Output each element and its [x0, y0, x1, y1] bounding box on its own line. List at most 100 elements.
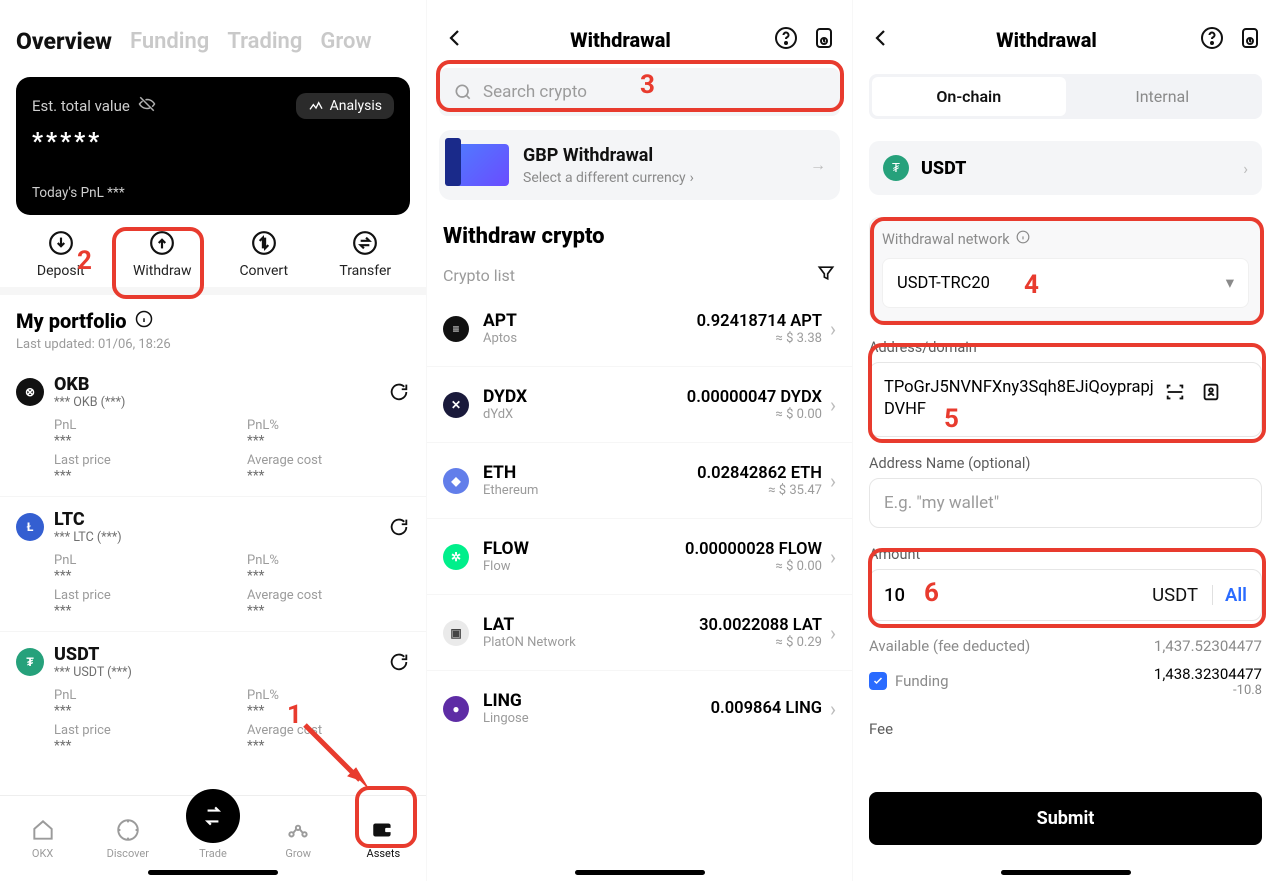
home-indicator [148, 870, 278, 875]
asset-row[interactable]: ₮ USDT *** USDT (***) PnL*** PnL%*** Las… [0, 631, 426, 766]
section-divider [0, 287, 426, 295]
pnl-value: *** [54, 433, 217, 449]
arrow-right-icon: → [810, 155, 826, 175]
network-select[interactable]: USDT-TRC20 ▾ [882, 258, 1249, 308]
avgcost-value: *** [247, 603, 410, 619]
amount-all-button[interactable]: All [1225, 584, 1247, 606]
asset-icon: ⊗ [16, 378, 44, 406]
withdrawal-form-header: Withdrawal [853, 0, 1278, 60]
amount-value: 10 [884, 584, 1152, 606]
asset-title: USDT *** USDT (***) [54, 644, 132, 680]
crypto-row[interactable]: ◆ ETH Ethereum 0.02842862 ETH ≈ $ 35.47 … [427, 442, 852, 518]
coin-amount: 0.02842862 ETH [697, 464, 822, 483]
coin-icon: ✲ [443, 544, 469, 570]
transfer-button[interactable]: Transfer [317, 229, 413, 279]
coin-symbol: DYDX [483, 387, 527, 407]
asset-row[interactable]: ⊗ OKB *** OKB (***) PnL*** PnL%*** Last … [0, 362, 426, 496]
refresh-icon[interactable] [388, 381, 410, 403]
asset-list[interactable]: ⊗ OKB *** OKB (***) PnL*** PnL%*** Last … [0, 362, 426, 766]
amount-unit: USDT [1152, 584, 1198, 606]
coin-name: Aptos [483, 331, 517, 346]
checkbox-icon[interactable] [869, 672, 887, 690]
tab-assets[interactable]: Assets [343, 817, 423, 860]
tab-trading[interactable]: Trading [227, 29, 302, 54]
tab-grow2-label: Grow [285, 847, 311, 860]
analysis-button[interactable]: Analysis [296, 93, 394, 119]
deposit-button[interactable]: Deposit [13, 229, 109, 279]
history-icon[interactable] [812, 26, 836, 54]
avgcost-label: Average cost [247, 588, 410, 603]
asset-symbol: OKB [54, 374, 125, 395]
chevron-right-icon: › [830, 697, 836, 721]
crypto-row[interactable]: ▣ LAT PlatON Network 30.0022088 LAT ≈ $ … [427, 594, 852, 670]
screen-withdrawal-list: Withdrawal Search crypto GBP Withdrawal … [426, 0, 852, 881]
amount-label: Amount [869, 546, 1262, 563]
token-selector[interactable]: ₮ USDT › [869, 141, 1262, 195]
coin-amount: 0.00000028 FLOW [685, 540, 822, 559]
crypto-row[interactable]: ● LING Lingose 0.009864 LING › [427, 670, 852, 746]
filter-icon[interactable] [816, 263, 836, 287]
tab-grow[interactable]: Grow [320, 29, 371, 54]
tab-okx[interactable]: OKX [3, 817, 83, 860]
coin-name-block: DYDX dYdX [483, 387, 527, 422]
lastprice-value: *** [54, 603, 217, 619]
home-indicator [1001, 870, 1131, 875]
history-icon[interactable] [1238, 26, 1262, 54]
tab-trade-label: Trade [199, 847, 227, 860]
deposit-label: Deposit [37, 263, 85, 279]
tab-grow2[interactable]: Grow [258, 817, 338, 860]
refresh-icon[interactable] [388, 516, 410, 538]
address-label: Address/domain [869, 339, 1262, 356]
back-button[interactable] [443, 26, 467, 54]
funding-row[interactable]: Funding 1,438.32304477 -10.8 [869, 665, 1262, 698]
scan-icon[interactable] [1164, 381, 1186, 407]
tab-overview[interactable]: Overview [16, 28, 112, 55]
chevron-right-icon: › [830, 393, 836, 417]
convert-button[interactable]: Convert [216, 229, 312, 279]
crypto-row[interactable]: ✕ DYDX dYdX 0.00000047 DYDX ≈ $ 0.00 › [427, 366, 852, 442]
tab-discover[interactable]: Discover [88, 817, 168, 860]
convert-label: Convert [239, 263, 288, 279]
withdrawal-header: Withdrawal [427, 0, 852, 60]
submit-button[interactable]: Submit [869, 792, 1262, 845]
coin-icon: ✕ [443, 392, 469, 418]
pnlpct-value: *** [247, 433, 410, 449]
funding-value: 1,438.32304477 [1154, 665, 1262, 683]
coin-usd: ≈ $ 0.00 [685, 559, 822, 574]
chevron-right-icon: › [830, 545, 836, 569]
visibility-icon[interactable] [138, 95, 156, 117]
seg-internal[interactable]: Internal [1066, 77, 1260, 116]
info-icon[interactable] [135, 309, 153, 333]
pnlpct-label: PnL% [247, 688, 410, 703]
help-icon[interactable] [774, 26, 798, 54]
asset-row[interactable]: Ł LTC *** LTC (***) PnL*** PnL%*** Last … [0, 496, 426, 631]
available-label: Available (fee deducted) [869, 637, 1030, 655]
fiat-withdrawal-banner[interactable]: GBP Withdrawal Select a different curren… [439, 130, 840, 200]
address-book-icon[interactable] [1200, 381, 1222, 407]
pnlpct-value: *** [247, 703, 410, 719]
withdrawal-mode-segment[interactable]: On-chain Internal [869, 74, 1262, 119]
search-crypto[interactable]: Search crypto [439, 68, 840, 116]
tab-trade[interactable]: Trade [173, 817, 253, 860]
address-name-input[interactable]: E.g. "my wallet" [869, 478, 1262, 528]
crypto-row[interactable]: ✲ FLOW Flow 0.00000028 FLOW ≈ $ 0.00 › [427, 518, 852, 594]
coin-amount: 0.92418714 APT [697, 312, 822, 331]
withdraw-icon [148, 229, 176, 257]
amount-input[interactable]: 10 USDT All [869, 569, 1262, 621]
address-input[interactable]: TPoGrJ5NVNFXny3Sqh8EJiQoyprapjDVHF [869, 362, 1262, 437]
back-button[interactable] [869, 26, 893, 54]
seg-onchain[interactable]: On-chain [872, 77, 1066, 116]
lastprice-label: Last price [54, 453, 217, 468]
help-icon[interactable] [1200, 26, 1224, 54]
tab-funding[interactable]: Funding [130, 29, 209, 54]
withdraw-button[interactable]: Withdraw [114, 229, 210, 279]
lastprice-label: Last price [54, 723, 217, 738]
asset-subtitle: *** USDT (***) [54, 665, 132, 680]
coin-usd: ≈ $ 0.00 [687, 407, 822, 422]
info-icon[interactable] [1016, 230, 1030, 248]
screen-withdrawal-form: Withdrawal On-chain Internal ₮ USDT › Wi… [852, 0, 1278, 881]
chevron-right-icon: › [830, 317, 836, 341]
crypto-row[interactable]: ≡ APT Aptos 0.92418714 APT ≈ $ 3.38 › [427, 291, 852, 366]
crypto-list[interactable]: ≡ APT Aptos 0.92418714 APT ≈ $ 3.38 › ✕ … [427, 291, 852, 746]
refresh-icon[interactable] [388, 651, 410, 673]
